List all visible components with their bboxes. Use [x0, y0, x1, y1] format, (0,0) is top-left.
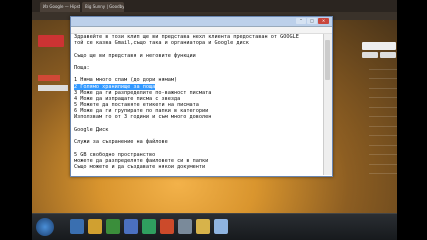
- mail-row[interactable]: [369, 117, 397, 127]
- taskbar-app-icon[interactable]: [106, 219, 120, 234]
- right-letterbox: [397, 0, 427, 240]
- start-button[interactable]: [36, 218, 54, 236]
- taskbar-app-icon[interactable]: [196, 219, 210, 234]
- taskbar-app-icon[interactable]: [70, 219, 84, 234]
- browser-tab-1[interactable]: Из Google — Hipstenter...: [40, 2, 80, 12]
- desktop-screen: Из Google — Hipstenter... Big Sunny | Go…: [0, 0, 427, 240]
- taskbar: [32, 213, 397, 240]
- mail-row[interactable]: [369, 155, 397, 165]
- sidebar-item[interactable]: [38, 121, 68, 127]
- gmail-search-box[interactable]: [362, 42, 396, 50]
- notepad-titlebar[interactable]: – □ ×: [71, 17, 332, 27]
- mail-row[interactable]: [369, 136, 397, 146]
- browser-tab-strip: Из Google — Hipstenter... Big Sunny | Go…: [32, 0, 397, 12]
- gmail-toolbar-button[interactable]: [380, 52, 396, 58]
- mail-row[interactable]: [369, 146, 397, 155]
- maximize-button[interactable]: □: [307, 18, 317, 24]
- mail-list: [369, 60, 397, 174]
- mail-row[interactable]: [369, 60, 397, 70]
- taskbar-app-icon[interactable]: [142, 219, 156, 234]
- mail-row[interactable]: [369, 89, 397, 98]
- vertical-scrollbar[interactable]: [323, 34, 332, 175]
- text-line: Също можете и да създавате някои докумен…: [74, 163, 206, 170]
- mail-row[interactable]: [369, 70, 397, 79]
- compose-button[interactable]: [38, 75, 60, 81]
- notepad-taskbar-icon[interactable]: [214, 219, 228, 234]
- notepad-text-area[interactable]: Здравейте в този клип ще ви представа не…: [74, 34, 318, 174]
- gmail-sidebar: [38, 85, 68, 127]
- mail-row[interactable]: [369, 165, 397, 174]
- close-button[interactable]: ×: [318, 18, 329, 24]
- taskbar-app-icon[interactable]: [124, 219, 138, 234]
- browser-tab-2[interactable]: Big Sunny | Goodbye...: [82, 2, 124, 12]
- mail-row[interactable]: [369, 108, 397, 117]
- mail-row[interactable]: [369, 79, 397, 89]
- left-letterbox: [0, 0, 32, 240]
- mail-row[interactable]: [369, 98, 397, 108]
- taskbar-app-icon[interactable]: [160, 219, 174, 234]
- gmail-toolbar-button[interactable]: [362, 52, 378, 58]
- gmail-logo: [38, 35, 64, 47]
- notepad-menubar: [71, 27, 332, 34]
- notepad-window: – □ × Здравейте в този клип ще ви предст…: [70, 16, 333, 177]
- taskbar-app-icon[interactable]: [178, 219, 192, 234]
- folder-icon[interactable]: [88, 219, 102, 234]
- mail-row[interactable]: [369, 127, 397, 136]
- minimize-button[interactable]: –: [296, 18, 306, 24]
- scrollbar-thumb[interactable]: [325, 40, 330, 80]
